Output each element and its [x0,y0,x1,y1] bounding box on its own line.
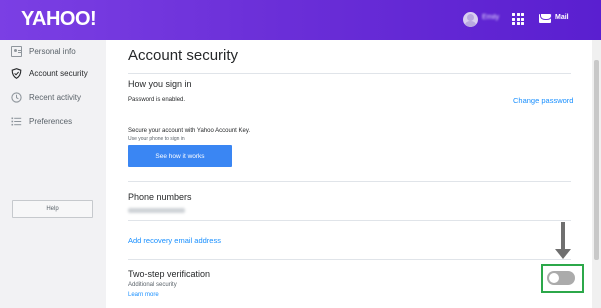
divider [128,73,571,74]
divider [128,181,571,182]
section-heading-phone: Phone numbers [128,192,192,202]
account-key-text: Secure your account with Yahoo Account K… [128,128,251,134]
sidebar-item-preferences[interactable]: Preferences [0,110,106,132]
user-name[interactable]: Emily [482,14,499,21]
divider [128,220,571,221]
yahoo-logo[interactable]: YAHOO! [21,8,97,31]
sidebar-item-label: Recent activity [29,92,82,102]
password-status: Password is enabled. [128,97,186,103]
add-recovery-email-link[interactable]: Add recovery email address [128,236,221,245]
sidebar-item-personal-info[interactable]: Personal info [0,40,106,62]
toggle-knob [549,273,559,283]
section-heading-two-step: Two-step verification [128,269,211,279]
section-heading-sign-in: How you sign in [128,79,192,89]
shield-icon [11,67,22,79]
person-card-icon [11,45,22,57]
apps-grid-icon[interactable] [512,13,524,25]
scrollbar-thumb[interactable] [594,60,599,260]
sidebar-item-recent-activity[interactable]: Recent activity [0,86,106,108]
mail-icon[interactable] [539,14,551,23]
help-button[interactable]: Help [12,200,93,218]
main-panel: Account security How you sign in Passwor… [106,40,592,308]
sidebar-item-account-security[interactable]: Account security [0,62,106,84]
top-header: YAHOO! Emily Mail [0,0,601,40]
account-key-subtext: Use your phone to sign in [128,136,185,142]
sidebar: Personal info Account security Recent ac… [0,40,106,308]
clock-icon [11,91,22,103]
avatar[interactable] [463,12,478,27]
sidebar-item-label: Personal info [29,46,76,56]
annotation-arrow-shaft [561,222,565,250]
list-icon [11,116,22,127]
learn-more-link[interactable]: Learn more [128,292,159,298]
page-title: Account security [128,47,239,64]
sidebar-item-label: Account security [29,68,88,78]
see-how-it-works-button[interactable]: See how it works [128,145,232,167]
arrow-down-icon [555,249,571,259]
change-password-link[interactable]: Change password [513,96,573,105]
sidebar-item-label: Preferences [29,116,73,126]
two-step-subtext: Additional security [128,282,177,288]
mail-link[interactable]: Mail [555,14,569,21]
divider [128,259,571,260]
phone-number-value [128,208,185,213]
